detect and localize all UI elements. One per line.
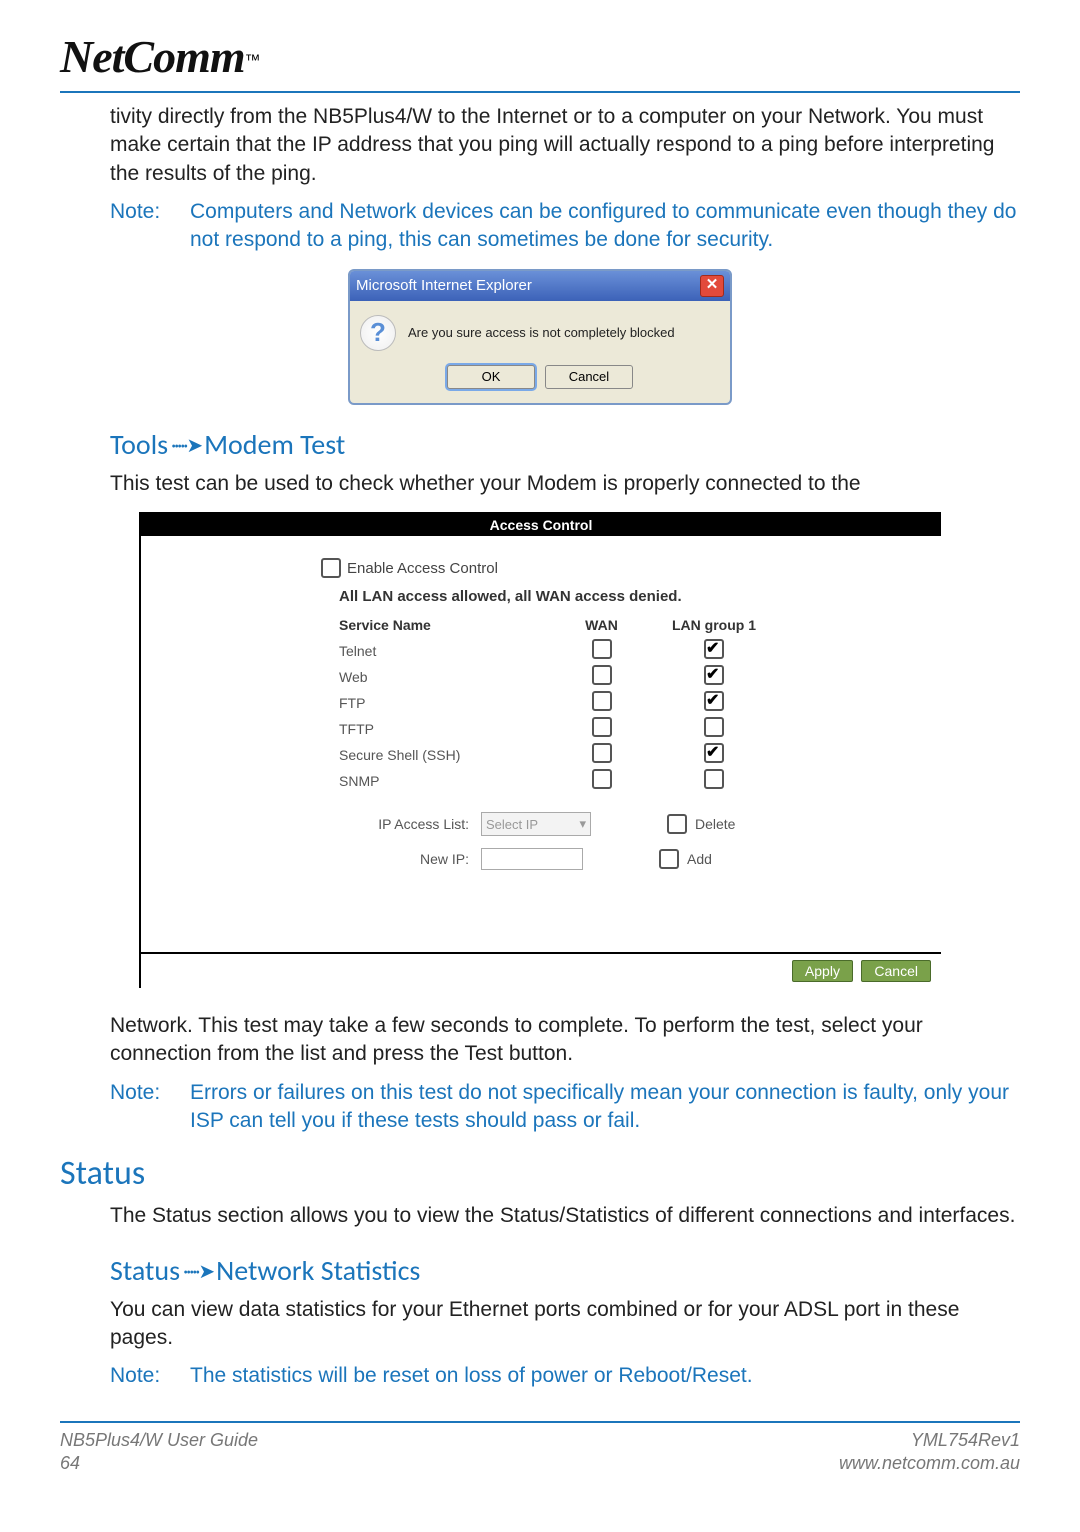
apply-button[interactable]: Apply (792, 960, 853, 982)
footer-rev: YML754Rev1 (839, 1429, 1020, 1452)
footer-page: 64 (60, 1452, 258, 1475)
col-lan: LAN group 1 (644, 617, 784, 633)
service-row: TFTP (339, 717, 901, 740)
lan-checkbox[interactable] (704, 665, 724, 685)
wan-checkbox[interactable] (592, 717, 612, 737)
ip-access-list-label: IP Access List: (339, 816, 469, 832)
wan-checkbox[interactable] (592, 743, 612, 763)
service-name: Web (339, 669, 559, 685)
enable-access-label: Enable Access Control (347, 560, 498, 577)
confirm-dialog: Microsoft Internet Explorer ✕ ? Are you … (348, 269, 732, 405)
ok-button[interactable]: OK (447, 365, 535, 389)
cancel-button[interactable]: Cancel (545, 365, 633, 389)
service-name: FTP (339, 695, 559, 711)
logo-tm: ™ (245, 53, 261, 70)
wan-checkbox[interactable] (592, 691, 612, 711)
note-text: The statistics will be reset on loss of … (190, 1362, 1020, 1390)
ip-access-select[interactable]: Select IP ▾ (481, 812, 591, 836)
service-name: Secure Shell (SSH) (339, 747, 559, 763)
note-3: Note: The statistics will be reset on lo… (110, 1362, 1020, 1390)
heading-network-statistics: Status·····➤Network Statistics (110, 1253, 1020, 1288)
panel-title: Access Control (141, 514, 941, 536)
note-text: Errors or failures on this test do not s… (190, 1079, 1020, 1136)
netstat-paragraph: You can view data statistics for your Et… (110, 1296, 1020, 1353)
page-footer: NB5Plus4/W User Guide 64 YML754Rev1 www.… (60, 1421, 1020, 1476)
note-label: Note: (110, 1362, 190, 1390)
service-table: Service Name WAN LAN group 1 Telnet Web FT… (339, 617, 901, 792)
lan-checkbox[interactable] (704, 639, 724, 659)
service-row: FTP (339, 691, 901, 714)
lan-checkbox[interactable] (704, 717, 724, 737)
enable-access-checkbox[interactable] (321, 558, 341, 578)
note-1: Note: Computers and Network devices can … (110, 198, 1020, 255)
delete-checkbox[interactable] (667, 814, 687, 834)
service-row: SNMP (339, 769, 901, 792)
close-icon[interactable]: ✕ (700, 275, 724, 297)
add-label: Add (687, 851, 712, 867)
footer-guide: NB5Plus4/W User Guide (60, 1429, 258, 1452)
new-ip-label: New IP: (339, 851, 469, 867)
heading-modem-test: Tools·····➤Modem Test (110, 427, 1020, 462)
chevron-down-icon: ▾ (579, 816, 586, 832)
header: NetComm™ (60, 30, 1020, 93)
logo-text: NetComm (60, 31, 245, 82)
note-label: Note: (110, 198, 190, 255)
new-ip-input[interactable] (481, 848, 583, 870)
add-checkbox[interactable] (659, 849, 679, 869)
wan-checkbox[interactable] (592, 769, 612, 789)
dialog-message: Are you sure access is not completely bl… (408, 325, 675, 340)
allow-deny-text: All LAN access allowed, all WAN access d… (339, 588, 901, 605)
dialog-title-text: Microsoft Internet Explorer (356, 277, 532, 294)
access-control-panel: Access Control Enable Access Control All… (139, 512, 941, 988)
arrow-icon: ·····➤ (171, 433, 201, 458)
wan-checkbox[interactable] (592, 665, 612, 685)
question-icon: ? (360, 315, 396, 351)
arrow-icon: ·····➤ (183, 1259, 213, 1284)
lan-checkbox[interactable] (704, 743, 724, 763)
col-service: Service Name (339, 617, 559, 633)
wan-checkbox[interactable] (592, 639, 612, 659)
note-label: Note: (110, 1079, 190, 1136)
intro-paragraph: tivity directly from the NB5Plus4/W to t… (110, 103, 1020, 188)
service-row: Web (339, 665, 901, 688)
col-wan: WAN (559, 617, 644, 633)
status-paragraph: The Status section allows you to view th… (110, 1202, 1020, 1230)
dialog-titlebar: Microsoft Internet Explorer ✕ (350, 271, 730, 301)
lan-checkbox[interactable] (704, 691, 724, 711)
footer-url: www.netcomm.com.au (839, 1452, 1020, 1475)
lan-checkbox[interactable] (704, 769, 724, 789)
service-row: Secure Shell (SSH) (339, 743, 901, 766)
service-row: Telnet (339, 639, 901, 662)
service-name: Telnet (339, 643, 559, 659)
heading-status: Status (60, 1153, 1020, 1194)
note-2: Note: Errors or failures on this test do… (110, 1079, 1020, 1136)
delete-label: Delete (695, 816, 735, 832)
panel-cancel-button[interactable]: Cancel (861, 960, 931, 982)
service-name: SNMP (339, 773, 559, 789)
modem-para-2: Network. This test may take a few second… (110, 1012, 1020, 1069)
note-text: Computers and Network devices can be con… (190, 198, 1020, 255)
modem-para-1: This test can be used to check whether y… (110, 470, 1020, 498)
service-name: TFTP (339, 721, 559, 737)
